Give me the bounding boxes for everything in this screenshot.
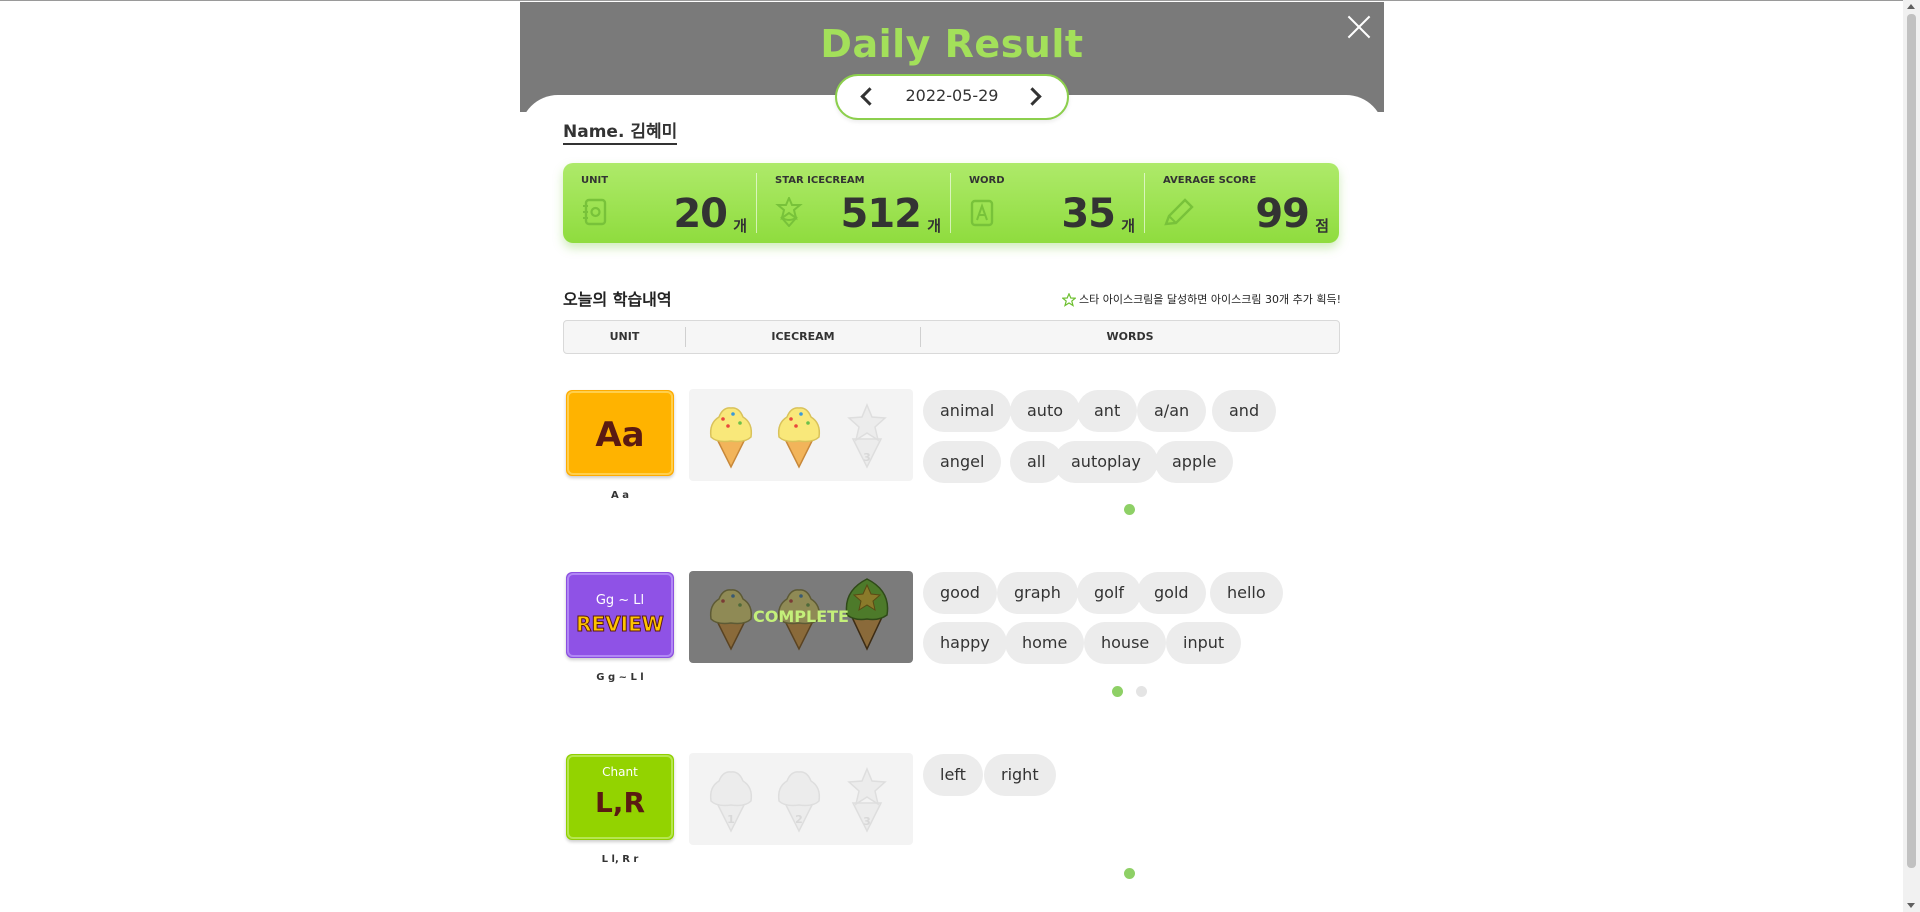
word-chip[interactable]: right xyxy=(984,754,1056,796)
star-icecream-empty-icon: 3 xyxy=(847,403,887,469)
student-name: Name. 김혜미 xyxy=(563,117,678,145)
unit-card-subtitle: Chant xyxy=(602,765,638,779)
word-chip[interactable]: hello xyxy=(1210,572,1283,614)
stat-value: 35 xyxy=(1061,191,1116,237)
slot-number: 1 xyxy=(727,813,735,826)
star-icecream-icon xyxy=(775,197,803,227)
star-outline-icon xyxy=(1061,293,1076,307)
stat-unit-label: 개 xyxy=(927,217,941,235)
table-row: Chant L,R L l, R r 1 2 3 left right xyxy=(563,753,1338,904)
stat-unit-label: 개 xyxy=(1121,217,1135,235)
icecream-slots: 3 xyxy=(689,389,913,481)
slot-number: 3 xyxy=(863,815,871,828)
page-dot-active[interactable] xyxy=(1124,868,1135,879)
word-chip[interactable]: angel xyxy=(923,441,1002,483)
column-header-unit: UNIT xyxy=(609,330,640,343)
slot-number: 3 xyxy=(863,451,871,464)
stat-average-score: AVERAGE SCORE 99 점 xyxy=(1145,163,1339,243)
word-chip[interactable]: home xyxy=(1005,622,1085,664)
word-card-icon xyxy=(970,199,994,227)
summary-stats-bar: UNIT 20 개 STAR ICECREAM 512 개 WORD 35 개 … xyxy=(563,163,1339,243)
word-chip[interactable]: and xyxy=(1212,390,1277,432)
unit-card-review[interactable]: Gg ~ Ll REVIEW xyxy=(566,572,674,658)
stat-value: 512 xyxy=(840,191,922,237)
unit-caption: G g ~ L l xyxy=(596,672,644,683)
unit-card-aa[interactable]: Aa xyxy=(566,390,674,476)
section-title: 오늘의 학습내역 xyxy=(563,290,672,309)
icecream-slots-complete: COMPLETE xyxy=(689,571,913,663)
icecream-empty-icon: 2 xyxy=(777,771,821,833)
notice-text: 스타 아이스크림을 달성하면 아이스크림 30개 추가 획득! xyxy=(1078,293,1341,306)
stat-value: 99 xyxy=(1255,191,1310,237)
vertical-scrollbar[interactable] xyxy=(1903,0,1920,912)
book-icon xyxy=(583,198,607,226)
stat-label: AVERAGE SCORE xyxy=(1163,175,1257,186)
unit-card-title: L,R xyxy=(595,786,645,819)
word-chip[interactable]: graph xyxy=(997,572,1078,614)
word-chip[interactable]: autoplay xyxy=(1054,441,1158,483)
word-chip[interactable]: a/an xyxy=(1137,390,1207,432)
icecream-icon xyxy=(709,407,753,469)
stat-label: WORD xyxy=(969,175,1005,186)
unit-card-art: Gg ~ Ll REVIEW xyxy=(567,573,673,657)
unit-card-art: Aa xyxy=(567,391,673,475)
scrollbar-thumb[interactable] xyxy=(1907,14,1916,868)
page-dot[interactable] xyxy=(1136,686,1147,697)
page-dot-active[interactable] xyxy=(1112,686,1123,697)
scroll-up-arrow-icon[interactable] xyxy=(1907,4,1915,9)
word-chip[interactable]: left xyxy=(923,754,983,796)
unit-caption: L l, R r xyxy=(601,854,639,865)
stat-word: WORD 35 개 xyxy=(951,163,1145,243)
column-header-words: WORDS xyxy=(1106,330,1154,343)
scroll-down-arrow-icon[interactable] xyxy=(1907,903,1915,908)
star-notice: 스타 아이스크림을 달성하면 아이스크림 30개 추가 획득! xyxy=(1061,291,1341,307)
stat-unit: UNIT 20 개 xyxy=(563,163,757,243)
table-header: UNIT ICECREAM WORDS xyxy=(563,320,1340,354)
icecream-icon xyxy=(777,407,821,469)
word-chip[interactable]: happy xyxy=(923,622,1007,664)
stat-label: UNIT xyxy=(581,175,609,186)
unit-card-subtitle: Gg ~ Ll xyxy=(596,593,644,608)
page-dot-active[interactable] xyxy=(1124,504,1135,515)
word-chip[interactable]: input xyxy=(1166,622,1242,664)
slot-number: 2 xyxy=(795,813,803,826)
word-chip[interactable]: gold xyxy=(1137,572,1206,614)
unit-card-title: REVIEW xyxy=(576,612,664,636)
unit-card-art: Chant L,R xyxy=(567,755,673,839)
unit-card-chant[interactable]: Chant L,R xyxy=(566,754,674,840)
unit-caption: A a xyxy=(611,490,629,501)
close-icon[interactable] xyxy=(1344,12,1374,42)
stat-label: STAR ICECREAM xyxy=(775,175,865,186)
stat-unit-label: 개 xyxy=(733,217,747,235)
word-chip[interactable]: auto xyxy=(1010,390,1081,432)
star-icecream-empty-icon: 3 xyxy=(847,767,887,833)
stat-unit-label: 점 xyxy=(1315,217,1329,235)
date-navigator: 2022-05-29 xyxy=(835,74,1069,120)
table-row: Gg ~ Ll REVIEW G g ~ L l COMPLETE good g… xyxy=(563,571,1338,722)
page-title: Daily Result xyxy=(820,22,1084,66)
complete-label: COMPLETE xyxy=(753,607,849,626)
word-chip[interactable]: good xyxy=(923,572,997,614)
word-chip[interactable]: apple xyxy=(1155,441,1234,483)
pencil-icon xyxy=(1164,198,1194,226)
stat-star-icecream: STAR ICECREAM 512 개 xyxy=(757,163,951,243)
word-chip[interactable]: golf xyxy=(1077,572,1142,614)
window-top-border xyxy=(0,0,1920,1)
icecream-slots: 1 2 3 xyxy=(689,753,913,845)
daily-result-modal: Daily Result 2022-05-29 Name. 김혜미 UNIT 2… xyxy=(520,2,1384,912)
column-header-icecream: ICECREAM xyxy=(771,330,835,343)
stat-value: 20 xyxy=(673,191,728,237)
unit-card-title: Aa xyxy=(595,415,644,455)
table-row: Aa A a 3 animal auto ant a/an and angel … xyxy=(563,389,1338,540)
word-chip[interactable]: house xyxy=(1084,622,1167,664)
word-chip[interactable]: ant xyxy=(1077,390,1138,432)
word-chip[interactable]: animal xyxy=(923,390,1012,432)
icecream-empty-icon: 1 xyxy=(709,771,753,833)
